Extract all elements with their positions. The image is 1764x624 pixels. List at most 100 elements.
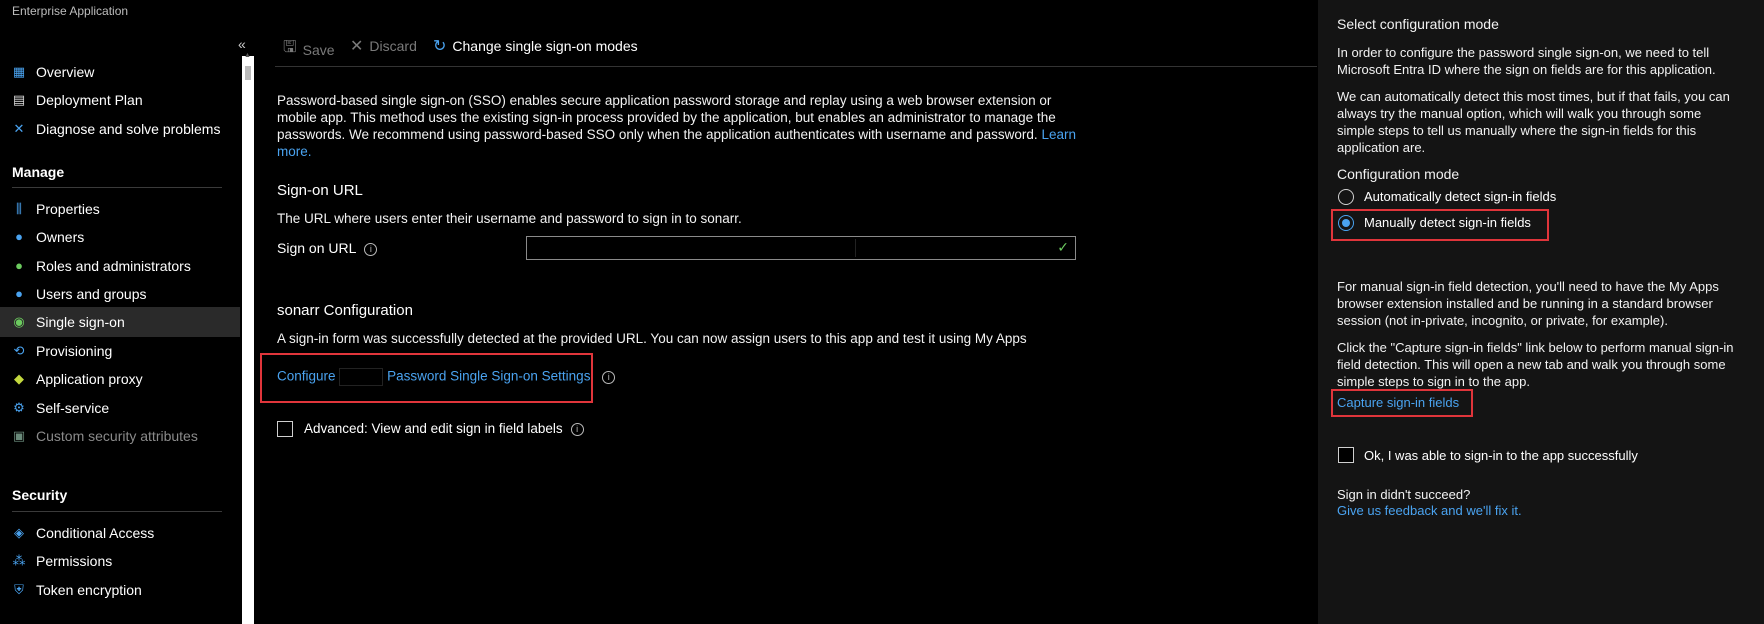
config-heading: sonarr Configuration [277, 302, 413, 319]
sidebar-item-label: Users and groups [36, 286, 147, 302]
sidebar-item-application-proxy[interactable]: ◆ Application proxy [0, 364, 240, 394]
discard-button[interactable]: ✕ Discard [350, 36, 417, 56]
sidebar-item-roles[interactable]: ● Roles and administrators [0, 251, 240, 281]
sliders-icon: ⫼ [16, 201, 22, 216]
divider [12, 187, 222, 188]
self-service-icon: ⚙ [13, 400, 25, 415]
sidebar-item-properties[interactable]: ⫼ Properties [0, 194, 240, 224]
people-icon: ● [15, 229, 23, 244]
manage-header: Manage [12, 164, 65, 180]
sidebar-item-diagnose[interactable]: ✕ Diagnose and solve problems [0, 114, 240, 144]
sidebar-item-label: Token encryption [36, 582, 142, 598]
sidebar-item-label: Custom security attributes [36, 428, 198, 444]
collapse-sidebar-button[interactable]: « [238, 36, 246, 52]
feedback-link[interactable]: Give us feedback and we'll fix it. [1337, 503, 1522, 518]
ok-signed-in-checkbox[interactable] [1338, 447, 1354, 463]
refresh-icon: ↻ [433, 38, 447, 55]
sidebar-item-label: Diagnose and solve problems [36, 121, 221, 137]
sidebar-item-label: Permissions [36, 553, 113, 569]
permissions-icon: ⁂ [12, 553, 26, 568]
change-sso-modes-button[interactable]: ↻ Change single sign-on modes [433, 36, 638, 56]
app-title: Enterprise Application [12, 4, 129, 18]
person-icon: ● [15, 258, 23, 273]
panel-paragraph-3: For manual sign-in field detection, you'… [1337, 279, 1719, 328]
book-icon: ▤ [12, 92, 26, 107]
redacted-app-name [339, 368, 384, 386]
tag-icon: ▣ [12, 428, 26, 443]
radio-manual-label: Manually detect sign-in fields [1364, 215, 1531, 230]
toolbar-divider [275, 66, 1317, 67]
wrench-icon: ✕ [13, 121, 25, 136]
sidebar-item-label: Owners [36, 229, 85, 245]
signon-heading: Sign-on URL [277, 182, 363, 199]
panel-paragraph-4: Click the "Capture sign-in fields" link … [1337, 340, 1734, 389]
security-header: Security [12, 487, 68, 503]
sidebar-item-label: Roles and administrators [36, 258, 191, 274]
radio-auto-label: Automatically detect sign-in fields [1364, 189, 1557, 204]
sidebar: ▦ Overview ▤ Deployment Plan ✕ Diagnose … [0, 48, 240, 624]
sidebar-item-owners[interactable]: ● Owners [0, 222, 240, 252]
grid-icon: ▦ [12, 64, 26, 79]
advanced-label-text: Advanced: View and edit sign in field la… [304, 421, 563, 436]
signon-description: The URL where users enter their username… [277, 211, 742, 226]
sidebar-item-conditional-access[interactable]: ◈ Conditional Access [0, 518, 240, 548]
provisioning-icon: ⟲ [13, 343, 25, 358]
sidebar-item-overview[interactable]: ▦ Overview [0, 57, 240, 87]
sidebar-item-label: Application proxy [36, 371, 143, 387]
advanced-label: Advanced: View and edit sign in field la… [304, 421, 584, 436]
config-description: A sign-in form was successfully detected… [277, 331, 1027, 346]
sidebar-item-label: Properties [36, 201, 100, 217]
sign-in-failed-heading: Sign in didn't succeed? [1337, 487, 1471, 502]
info-icon[interactable]: i [602, 370, 616, 384]
sidebar-item-label: Overview [36, 64, 95, 80]
users-icon: ● [15, 286, 23, 301]
configure-sso-link[interactable]: Configure Password Single Sign-on Settin… [277, 368, 616, 386]
sidebar-item-token-encryption[interactable]: ⛨ Token encryption [0, 575, 240, 605]
panel-title: Select configuration mode [1337, 16, 1499, 32]
divider [12, 511, 222, 512]
sidebar-item-deployment-plan[interactable]: ▤ Deployment Plan [0, 85, 240, 115]
conditional-access-icon: ◈ [14, 525, 24, 540]
save-icon: 🖫 [283, 39, 297, 56]
configure-link-prefix[interactable]: Configure [277, 369, 336, 384]
configure-link-suffix[interactable]: Password Single Sign-on Settings [387, 369, 590, 384]
ok-signed-in-label: Ok, I was able to sign-in to the app suc… [1364, 448, 1638, 463]
sidebar-item-single-sign-on[interactable]: ◉ Single sign-on [0, 307, 240, 337]
proxy-icon: ◆ [14, 371, 24, 386]
info-icon[interactable]: i [364, 242, 378, 256]
sidebar-scrollbar-thumb[interactable] [245, 66, 251, 80]
sidebar-item-users-groups[interactable]: ● Users and groups [0, 279, 240, 309]
sidebar-item-provisioning[interactable]: ⟲ Provisioning [0, 336, 240, 366]
change-modes-label: Change single sign-on modes [452, 38, 638, 54]
sidebar-item-label: Self-service [36, 400, 110, 416]
advanced-checkbox[interactable] [277, 421, 293, 437]
signon-url-label: Sign on URL i [277, 240, 378, 256]
shield-icon: ⛨ [14, 582, 24, 597]
check-icon: ✓ [1057, 239, 1069, 255]
scroll-up-icon[interactable]: ▲ [244, 52, 251, 59]
radio-auto-detect[interactable] [1338, 189, 1354, 205]
intro-text: Password-based single sign-on (SSO) enab… [277, 92, 1077, 160]
save-label: Save [302, 41, 335, 58]
sidebar-scrollbar[interactable] [242, 56, 254, 624]
sidebar-item-permissions[interactable]: ⁂ Permissions [0, 546, 240, 576]
discard-icon: ✕ [350, 38, 364, 55]
radio-manual-detect[interactable] [1338, 215, 1354, 231]
sidebar-item-custom-security-attributes[interactable]: ▣ Custom security attributes [0, 421, 240, 451]
signon-url-label-text: Sign on URL [277, 240, 357, 256]
save-button[interactable]: 🖫 Save [283, 36, 335, 63]
sidebar-item-self-service[interactable]: ⚙ Self-service [0, 393, 240, 423]
signon-url-input[interactable]: ✓ [526, 236, 1076, 260]
panel-scrollbar[interactable] [1758, 0, 1764, 624]
sidebar-item-label: Provisioning [36, 343, 113, 359]
redacted-url [529, 239, 856, 257]
config-mode-heading: Configuration mode [1337, 166, 1460, 182]
info-icon[interactable]: i [570, 422, 584, 436]
panel-paragraph-2: We can automatically detect this most ti… [1337, 89, 1730, 155]
capture-sign-in-fields-link[interactable]: Capture sign-in fields [1337, 395, 1459, 410]
sso-icon: ◉ [13, 314, 25, 329]
sidebar-item-label: Single sign-on [36, 314, 125, 330]
sidebar-item-label: Conditional Access [36, 525, 155, 541]
discard-label: Discard [369, 38, 417, 54]
panel-paragraph-1: In order to configure the password singl… [1337, 45, 1716, 77]
